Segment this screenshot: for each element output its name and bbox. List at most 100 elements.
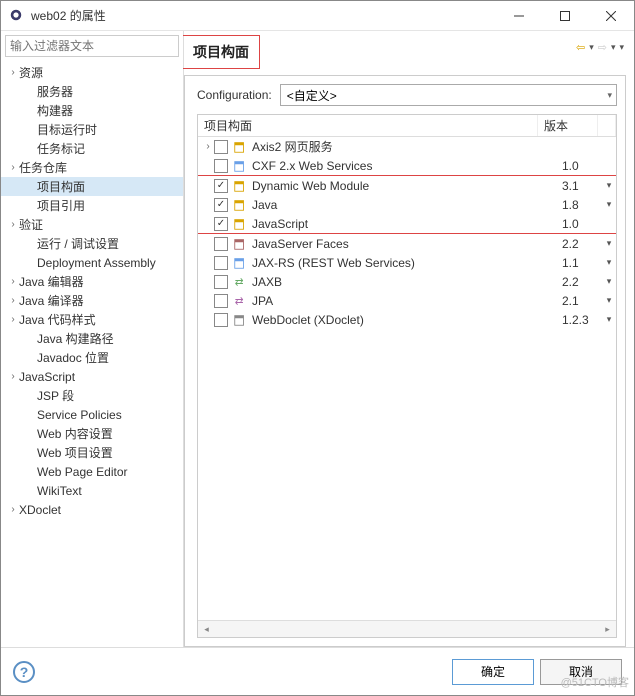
version-dropdown-icon[interactable]: ▾ — [602, 276, 616, 287]
tree-item[interactable]: ›JavaScript — [1, 367, 183, 386]
tree-item-label: Javadoc 位置 — [37, 349, 109, 366]
expand-icon: › — [7, 314, 19, 325]
view-menu-icon[interactable]: ▾ — [619, 42, 624, 53]
tree-item-label: JSP 段 — [37, 387, 74, 404]
filter-input[interactable] — [6, 36, 178, 56]
version-dropdown-icon[interactable]: ▾ — [602, 180, 616, 191]
tree-item[interactable]: 任务标记 — [1, 139, 183, 158]
table-row[interactable]: ✓Dynamic Web Module3.1▾ — [198, 176, 616, 195]
tree-item[interactable]: Service Policies — [1, 405, 183, 424]
checkbox[interactable] — [214, 294, 228, 308]
close-button[interactable] — [588, 1, 634, 31]
checkbox[interactable] — [214, 256, 228, 270]
tree-item-label: WikiText — [37, 484, 82, 498]
facet-name: Dynamic Web Module — [252, 179, 562, 193]
tree-item[interactable]: ›Java 编辑器 — [1, 272, 183, 291]
tree-item[interactable]: ›任务仓库 — [1, 158, 183, 177]
checkbox[interactable] — [214, 237, 228, 251]
chevron-down-icon: ▾ — [607, 90, 612, 101]
table-row[interactable]: ⇄JPA2.1▾ — [198, 291, 616, 310]
cxf-icon — [232, 158, 248, 174]
tree-item[interactable]: WikiText — [1, 481, 183, 500]
tree-item-label: Web 项目设置 — [37, 444, 113, 461]
tree-item-label: 服务器 — [37, 83, 73, 100]
tree-item[interactable]: ›Java 编译器 — [1, 291, 183, 310]
tree-item[interactable]: Javadoc 位置 — [1, 348, 183, 367]
tree-item[interactable]: 构建器 — [1, 101, 183, 120]
config-combo[interactable]: <自定义> ▾ — [280, 84, 617, 106]
titlebar: web02 的属性 — [1, 1, 634, 31]
tree-item[interactable]: 项目引用 — [1, 196, 183, 215]
expand-icon: › — [7, 371, 19, 382]
maximize-button[interactable] — [542, 1, 588, 31]
tree-item[interactable]: ›XDoclet — [1, 500, 183, 519]
tree-item[interactable]: Java 构建路径 — [1, 329, 183, 348]
main-panel: 项目构面 ⇦ ▾ ⇨ ▾ ▾ Configuration: <自定义> ▾ 项目构面… — [184, 31, 634, 647]
checkbox[interactable]: ✓ — [214, 179, 228, 193]
tree-item[interactable]: Deployment Assembly — [1, 253, 183, 272]
config-label: Configuration: — [197, 88, 272, 102]
facets-panel: Configuration: <自定义> ▾ 项目构面 版本 ›Axis2 网页… — [184, 75, 626, 647]
checkbox[interactable] — [214, 140, 228, 154]
expand-icon: › — [202, 141, 214, 152]
tree-item[interactable]: 项目构面 — [1, 177, 183, 196]
tree-item-label: Deployment Assembly — [37, 256, 156, 270]
facet-name: JavaServer Faces — [252, 237, 562, 251]
back-icon[interactable]: ⇦ — [576, 41, 585, 54]
minimize-button[interactable] — [496, 1, 542, 31]
forward-icon[interactable]: ⇨ — [598, 41, 607, 54]
ok-button[interactable]: 确定 — [452, 659, 534, 685]
category-tree[interactable]: ›资源服务器构建器目标运行时任务标记›任务仓库项目构面项目引用›验证运行 / 调… — [1, 61, 183, 647]
checkbox[interactable]: ✓ — [214, 217, 228, 231]
back-menu-icon[interactable]: ▾ — [589, 42, 594, 53]
table-row[interactable]: ✓JavaScript1.0 — [198, 214, 616, 233]
table-row[interactable]: ›Axis2 网页服务 — [198, 137, 616, 156]
tree-item[interactable]: JSP 段 — [1, 386, 183, 405]
scroll-left-icon[interactable]: ◂ — [198, 621, 215, 637]
checkbox[interactable] — [214, 275, 228, 289]
js-icon — [232, 216, 248, 232]
table-row[interactable]: ✓Java1.8▾ — [198, 195, 616, 214]
scroll-track[interactable] — [215, 621, 599, 637]
table-row[interactable]: WebDoclet (XDoclet)1.2.3▾ — [198, 310, 616, 329]
facet-name: JAX-RS (REST Web Services) — [252, 256, 562, 270]
forward-menu-icon[interactable]: ▾ — [611, 42, 616, 53]
table-row[interactable]: ⇄JAXB2.2▾ — [198, 272, 616, 291]
help-icon[interactable]: ? — [13, 661, 35, 683]
tree-item-label: 项目构面 — [37, 178, 85, 195]
checkbox[interactable]: ✓ — [214, 198, 228, 212]
table-row[interactable]: JavaServer Faces2.2▾ — [198, 234, 616, 253]
col-spacer — [598, 115, 616, 136]
version-dropdown-icon[interactable]: ▾ — [602, 199, 616, 210]
tree-item-label: XDoclet — [19, 503, 61, 517]
watermark: @51CTO博客 — [561, 674, 629, 690]
table-row[interactable]: CXF 2.x Web Services1.0 — [198, 156, 616, 175]
tree-item[interactable]: ›验证 — [1, 215, 183, 234]
tree-item[interactable]: Web 项目设置 — [1, 443, 183, 462]
svg-text:⇄: ⇄ — [235, 295, 244, 307]
version-dropdown-icon[interactable]: ▾ — [602, 257, 616, 268]
version-dropdown-icon[interactable]: ▾ — [602, 238, 616, 249]
tree-item-label: JavaScript — [19, 370, 75, 384]
nav-arrows: ⇦ ▾ ⇨ ▾ ▾ — [576, 35, 626, 54]
expand-icon: › — [7, 276, 19, 287]
version-dropdown-icon[interactable]: ▾ — [602, 314, 616, 325]
version-dropdown-icon[interactable]: ▾ — [602, 295, 616, 306]
checkbox[interactable] — [214, 159, 228, 173]
scroll-right-icon[interactable]: ▸ — [599, 621, 616, 637]
tree-item[interactable]: ›Java 代码样式 — [1, 310, 183, 329]
horizontal-scrollbar[interactable]: ◂ ▸ — [198, 620, 616, 637]
checkbox[interactable] — [214, 313, 228, 327]
table-row[interactable]: JAX-RS (REST Web Services)1.1▾ — [198, 253, 616, 272]
tree-item[interactable]: Web Page Editor — [1, 462, 183, 481]
tree-item[interactable]: ›资源 — [1, 63, 183, 82]
tree-item[interactable]: 运行 / 调试设置 — [1, 234, 183, 253]
tree-item[interactable]: 目标运行时 — [1, 120, 183, 139]
tree-item-label: Service Policies — [37, 408, 122, 422]
col-version[interactable]: 版本 — [538, 115, 598, 136]
filter-box — [5, 35, 179, 57]
window-title: web02 的属性 — [31, 7, 496, 24]
col-name[interactable]: 项目构面 — [198, 115, 538, 136]
tree-item[interactable]: Web 内容设置 — [1, 424, 183, 443]
tree-item[interactable]: 服务器 — [1, 82, 183, 101]
